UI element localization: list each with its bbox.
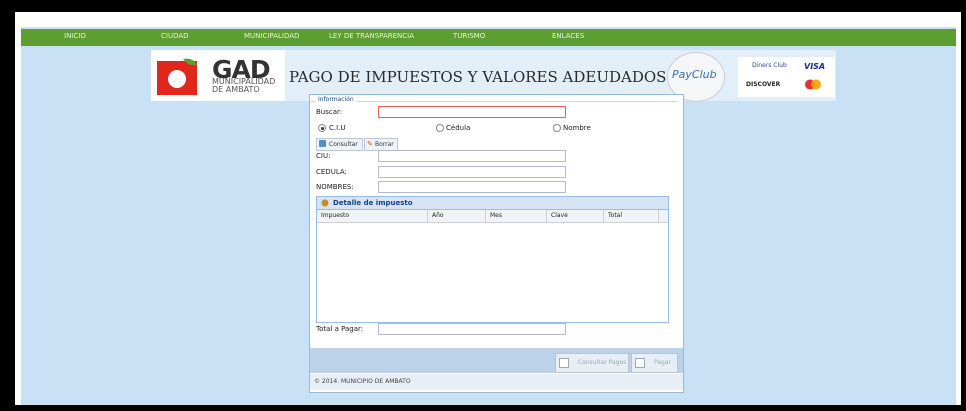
radio-cedula[interactable] xyxy=(436,124,444,132)
buscar-input[interactable] xyxy=(378,106,566,118)
nombres-label: NOMBRES: xyxy=(316,183,354,191)
consultar-button[interactable]: Consultar xyxy=(316,138,363,151)
payclub-text: PayClub xyxy=(672,68,717,81)
cedula-field[interactable] xyxy=(378,166,566,178)
col-separator xyxy=(427,210,428,222)
fieldset-border xyxy=(311,101,678,102)
pagar-button[interactable]: Pagar xyxy=(631,353,678,373)
col-impuesto[interactable]: Impuesto xyxy=(321,212,349,219)
eraser-icon: ✎ xyxy=(367,140,373,148)
pagar-label: Pagar xyxy=(654,359,671,366)
total-label: Total a Pagar: xyxy=(316,325,364,333)
nav-enlaces[interactable]: ENLACES xyxy=(552,32,584,40)
pay-icon xyxy=(635,358,645,368)
col-separator xyxy=(603,210,604,222)
discover-logo: DISCOVER xyxy=(746,81,781,88)
col-separator xyxy=(658,210,659,222)
logo-line2: DE AMBATO xyxy=(212,85,260,94)
consultar-label: Consultar xyxy=(329,141,358,148)
buscar-label: Buscar: xyxy=(316,108,343,116)
ciu-field[interactable] xyxy=(378,150,566,162)
nav-ciudad[interactable]: CIUDAD xyxy=(161,32,189,40)
nombres-field[interactable] xyxy=(378,181,566,193)
col-separator xyxy=(485,210,486,222)
card-logos: Diners Club VISA DISCOVER xyxy=(738,57,835,97)
consultar-pagos-button[interactable]: Consultar Pagos xyxy=(555,353,629,373)
radio-nombre-label: Nombre xyxy=(563,124,591,132)
col-separator xyxy=(546,210,547,222)
grid-title: Detalle de impuesto xyxy=(333,199,413,207)
nav-turismo[interactable]: TURISMO xyxy=(453,32,485,40)
grid-header: Impuesto Año Mes Clave Total xyxy=(317,210,668,223)
mastercard-icon xyxy=(805,79,821,90)
visa-logo: VISA xyxy=(804,62,826,71)
footer-copyright: © 2014. MUNICIPIO DE AMBATO xyxy=(314,378,411,385)
radio-ciu-label: C.I.U xyxy=(329,124,346,132)
page-title: PAGO DE IMPUESTOS Y VALORES ADEUDADOS xyxy=(289,68,667,86)
cedula-label: CEDULA: xyxy=(316,168,347,176)
detalle-grid: Detalle de impuesto Impuesto Año Mes Cla… xyxy=(316,196,669,323)
radio-ciu[interactable] xyxy=(318,124,326,132)
nav-ley-transparencia[interactable]: LEY DE TRANSPARENCIA xyxy=(329,32,414,40)
col-clave[interactable]: Clave xyxy=(551,212,568,219)
fieldset-legend: Información xyxy=(316,96,356,103)
search-icon xyxy=(319,140,326,147)
nav-inicio[interactable]: INICIO xyxy=(64,32,86,40)
consultar-pagos-label: Consultar Pagos xyxy=(578,359,627,366)
gad-logo-icon xyxy=(157,58,197,95)
col-total[interactable]: Total xyxy=(608,212,622,219)
col-mes[interactable]: Mes xyxy=(490,212,502,219)
col-ano[interactable]: Año xyxy=(432,212,444,219)
radio-cedula-label: Cédula xyxy=(446,124,471,132)
diners-logo: Diners Club xyxy=(752,62,787,69)
footer: © 2014. MUNICIPIO DE AMBATO xyxy=(310,374,683,390)
grid-title-bar: Detalle de impuesto xyxy=(317,197,668,210)
total-field[interactable] xyxy=(378,323,566,335)
top-nav: INICIO CIUDAD MUNICIPALIDAD LEY DE TRANS… xyxy=(21,29,956,46)
nav-municipalidad[interactable]: MUNICIPALIDAD xyxy=(244,32,299,40)
ciu-label: CIU: xyxy=(316,152,331,160)
radio-nombre[interactable] xyxy=(553,124,561,132)
logo-municipalidad-text: MUNICIPALIDAD DE AMBATO xyxy=(212,78,282,94)
edit-icon xyxy=(559,358,569,368)
borrar-label: Borrar xyxy=(375,141,394,148)
tax-icon xyxy=(321,199,329,207)
